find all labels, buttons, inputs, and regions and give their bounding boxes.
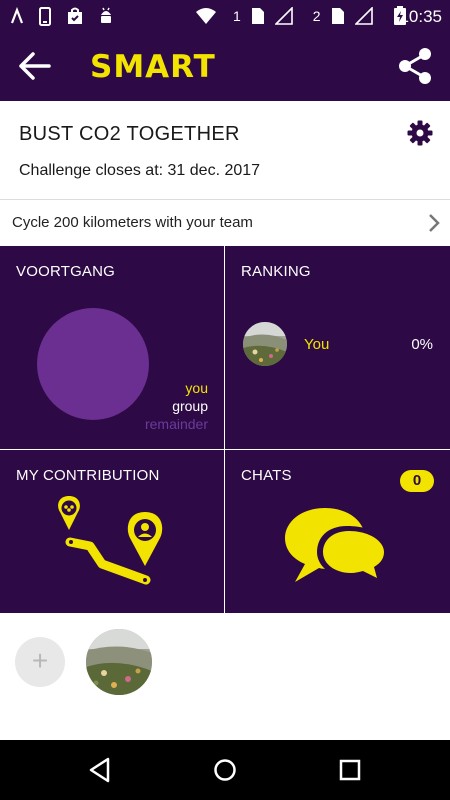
chat-bubbles-icon: [285, 508, 390, 586]
status-bar-left-icons: [10, 7, 114, 27]
chat-count-badge: 0: [400, 470, 434, 492]
ranking-tile-label: RANKING: [241, 263, 311, 280]
nav-back-icon[interactable]: [88, 757, 112, 783]
contribution-tile-label: MY CONTRIBUTION: [16, 467, 160, 484]
challenge-closes-date: Challenge closes at: 31 dec. 2017: [19, 162, 261, 179]
legend-group: group: [172, 398, 208, 414]
notification-a-icon: [10, 7, 24, 24]
legend-remainder: remainder: [144, 416, 208, 432]
chevron-right-icon: [429, 214, 440, 232]
phone-icon: [39, 7, 51, 26]
challenge-header: BUST CO2 TOGETHER Challenge closes at: 3…: [0, 101, 450, 199]
app-bar: SMART: [0, 33, 450, 101]
app-logo: SMART: [90, 49, 216, 85]
wifi-icon: [196, 8, 216, 24]
gear-icon[interactable]: [407, 120, 433, 146]
back-arrow-icon[interactable]: [18, 51, 52, 81]
avatar-photo: [243, 322, 287, 366]
legend-you: you: [185, 380, 208, 396]
sim-card-icon: [251, 8, 264, 24]
sim1-label: 1: [233, 8, 241, 24]
my-contribution-tile[interactable]: MY CONTRIBUTION: [0, 450, 224, 613]
route-map-icon: [58, 496, 163, 585]
system-navigation-bar: [0, 740, 450, 800]
team-members: +: [0, 613, 450, 740]
ranking-entry-percent: 0%: [411, 336, 433, 353]
add-member-button[interactable]: +: [15, 637, 65, 687]
chats-tile-label: CHATS: [241, 467, 292, 484]
member-avatar[interactable]: [86, 629, 152, 695]
progress-tile-label: VOORTGANG: [16, 263, 116, 280]
ranking-tile[interactable]: RANKING You 0%: [225, 246, 450, 449]
progress-pie-chart: [37, 308, 149, 420]
progress-tile[interactable]: VOORTGANG you group remainder: [0, 246, 224, 449]
sim2-label: 2: [312, 8, 321, 24]
challenge-title: BUST CO2 TOGETHER: [19, 123, 240, 145]
signal-icon: [274, 7, 293, 25]
progress-remainder-slice: [37, 308, 149, 420]
member-avatar-photo: [86, 629, 152, 695]
status-bar: 1 2 10:35: [0, 0, 450, 33]
ranking-entry-name: You: [304, 336, 330, 353]
nav-recents-icon[interactable]: [338, 757, 362, 783]
chats-tile[interactable]: CHATS 0: [225, 450, 450, 613]
shopping-bag-icon: [68, 7, 82, 24]
challenge-goal-row[interactable]: Cycle 200 kilometers with your team: [0, 199, 450, 246]
challenge-goal: Cycle 200 kilometers with your team: [12, 214, 253, 231]
signal-icon: [354, 7, 373, 25]
nav-home-icon[interactable]: [213, 757, 237, 783]
sim-card-icon: [331, 8, 344, 24]
android-icon: [101, 7, 111, 23]
status-bar-right-icons: 1 2: [195, 6, 407, 26]
avatar: [243, 322, 287, 366]
share-icon[interactable]: [397, 47, 433, 85]
status-time: 10:35: [399, 7, 442, 26]
